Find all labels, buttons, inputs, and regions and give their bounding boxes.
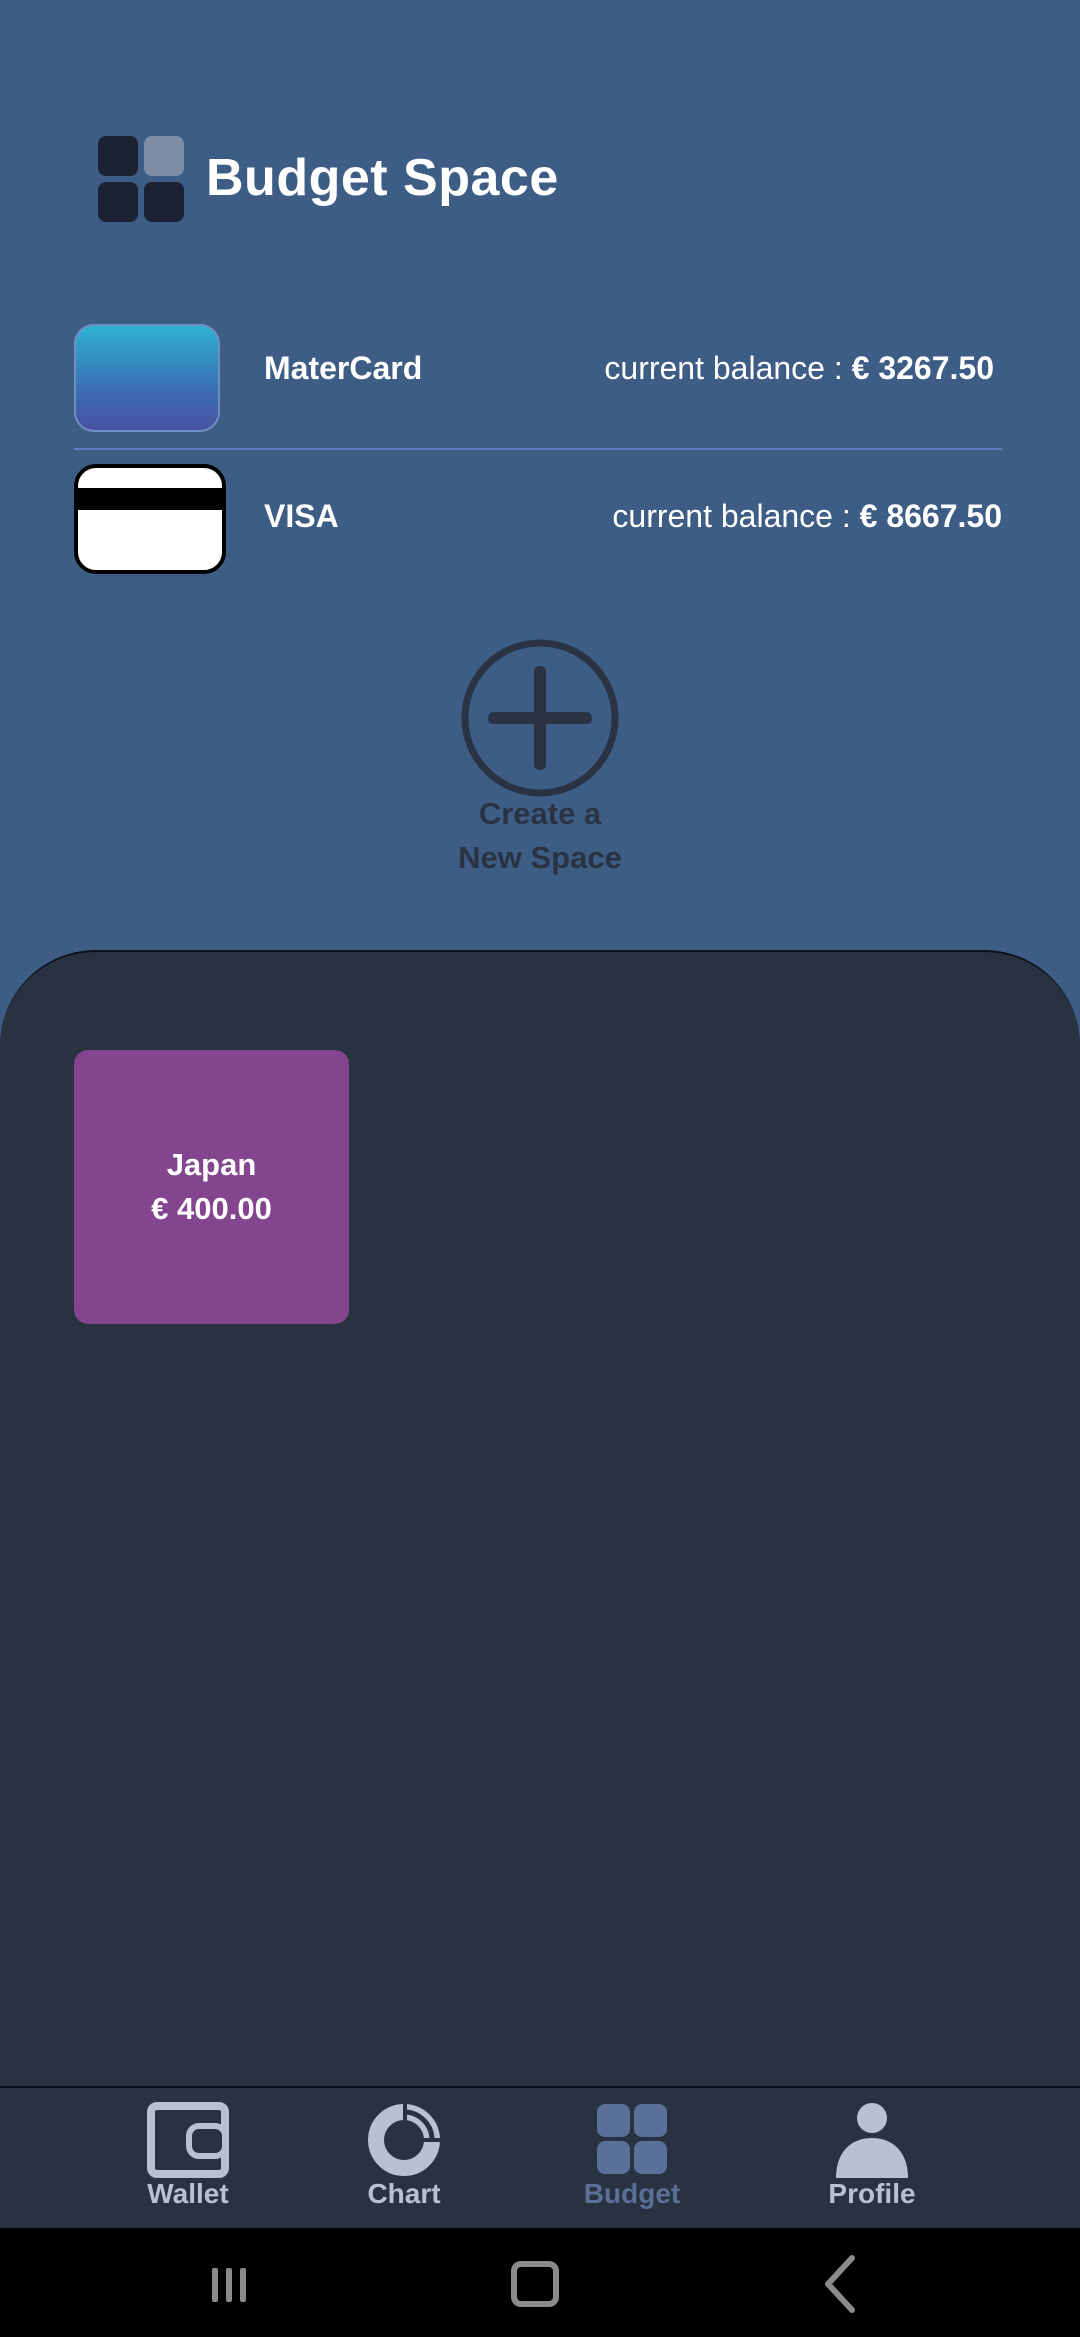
- space-tile-japan[interactable]: Japan € 400.00: [74, 1050, 349, 1324]
- card-name: MaterCard: [264, 350, 423, 386]
- balance-amount: € 3267.50: [851, 350, 994, 386]
- home-icon[interactable]: [500, 2250, 570, 2316]
- create-space-label[interactable]: Create a New Space: [0, 792, 1080, 880]
- card-balance: current balance : € 8667.50: [612, 498, 1002, 535]
- credit-card-white-icon: [74, 464, 226, 574]
- grid-squares-icon: [98, 136, 184, 222]
- divider: [74, 448, 1002, 450]
- system-nav-bar: [0, 2228, 1080, 2337]
- card-row-matercard[interactable]: MaterCard current balance : € 3267.50: [74, 312, 1002, 432]
- balance-label: current balance :: [612, 498, 860, 534]
- plus-circle-icon: [461, 639, 619, 797]
- person-icon: [836, 2103, 908, 2178]
- page-title: Budget Space: [206, 149, 559, 207]
- nav-label-wallet: Wallet: [147, 2178, 229, 2209]
- balance-label: current balance :: [604, 350, 852, 386]
- create-space-line1: Create a: [478, 796, 602, 831]
- create-space-line2: New Space: [458, 840, 622, 875]
- nav-label-profile: Profile: [828, 2178, 916, 2209]
- balance-amount: € 8667.50: [859, 498, 1002, 534]
- card-name: VISA: [264, 498, 339, 534]
- card-balance: current balance : € 3267.50: [604, 350, 994, 387]
- budget-space-screen: Budget Space MaterCard current balance :…: [0, 0, 1080, 2337]
- nav-label-chart: Chart: [367, 2178, 441, 2209]
- nav-label-budget: Budget: [583, 2178, 681, 2209]
- nav-item-chart[interactable]: Chart: [324, 2102, 484, 2222]
- magnetic-stripe: [78, 488, 222, 510]
- card-row-visa[interactable]: VISA current balance : € 8667.50: [74, 460, 1002, 578]
- bottom-nav: Wallet Chart Budget Profile: [0, 2086, 1080, 2228]
- nav-item-budget[interactable]: Budget: [552, 2102, 712, 2222]
- space-amount: € 400.00: [151, 1191, 272, 1226]
- grid-squares-icon: [597, 2104, 667, 2174]
- credit-card-gradient-icon: [74, 324, 220, 432]
- nav-item-profile[interactable]: Profile: [792, 2102, 952, 2222]
- back-icon[interactable]: [808, 2250, 878, 2316]
- space-name: Japan: [166, 1147, 257, 1182]
- recent-apps-icon[interactable]: [194, 2250, 264, 2316]
- wallet-icon: [147, 2102, 229, 2178]
- nav-item-wallet[interactable]: Wallet: [108, 2102, 268, 2222]
- donut-chart-icon: [368, 2102, 445, 2176]
